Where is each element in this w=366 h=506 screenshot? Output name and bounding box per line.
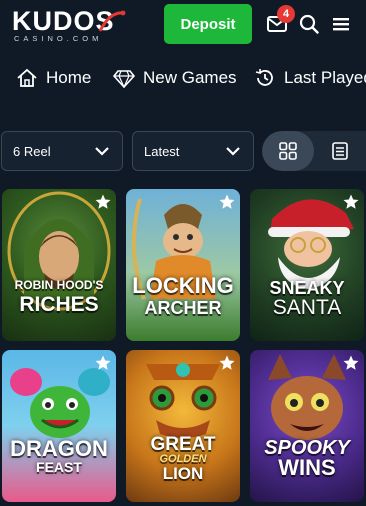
game-tile-locking-archer[interactable]: LOCKING ARCHER: [126, 189, 240, 341]
game-title-line-1: ROBIN HOOD'S: [14, 278, 104, 292]
favorite-star-icon[interactable]: [342, 193, 360, 211]
game-tile-spooky-wins[interactable]: SPOOKY WINS: [250, 350, 364, 502]
reel-filter-value: 6 Reel: [13, 144, 51, 159]
kudos-casino-logo[interactable]: KUDOS CASINO.COM: [12, 6, 152, 44]
nav-item-new-games[interactable]: New Games: [113, 64, 237, 92]
sort-dropdown[interactable]: Latest: [132, 131, 254, 171]
chevron-down-icon: [226, 147, 240, 156]
nav-label-home: Home: [46, 68, 92, 87]
game-tile-great-golden-lion[interactable]: GREAT GOLDEN LION: [126, 350, 240, 502]
logo-subtitle: CASINO.COM: [14, 34, 103, 43]
nav-label-new-games: New Games: [143, 68, 237, 87]
list-icon: [332, 142, 348, 160]
favorite-star-icon[interactable]: [218, 354, 236, 372]
nav-label-last-played: Last Played: [284, 68, 366, 87]
logo-swoosh-icon: [98, 10, 126, 32]
menu-button[interactable]: [329, 12, 353, 36]
game-tile-dragon-feast[interactable]: DRAGON FEAST: [2, 350, 116, 502]
hamburger-icon: [333, 18, 349, 31]
deposit-button[interactable]: Deposit: [164, 4, 252, 44]
category-nav: Home New Games Last Played: [0, 56, 366, 100]
game-title-line-2: FEAST: [36, 459, 82, 475]
diamond-icon: [113, 70, 135, 88]
sort-value: Latest: [144, 144, 180, 159]
favorite-star-icon[interactable]: [218, 193, 236, 211]
home-icon: [17, 68, 37, 87]
search-icon: [299, 14, 319, 34]
game-title-line-3: LION: [162, 464, 204, 483]
history-icon: [255, 69, 273, 86]
favorite-star-icon[interactable]: [342, 354, 360, 372]
favorite-star-icon[interactable]: [94, 193, 112, 211]
game-title-line-1: DRAGON: [10, 436, 108, 461]
game-title-line-2: WINS: [278, 455, 336, 480]
view-toggle: [262, 131, 366, 171]
favorite-star-icon[interactable]: [94, 354, 112, 372]
robin-hood-artwork: [7, 191, 111, 311]
chevron-down-icon: [95, 147, 109, 156]
dragon-artwork: [10, 368, 110, 438]
game-title-line-2: RICHES: [19, 293, 99, 316]
grid-view-button[interactable]: [262, 131, 314, 171]
grid-icon: [279, 142, 297, 160]
game-tile-sneaky-santa[interactable]: SNEAKY SANTA: [250, 189, 364, 341]
notification-badge: 4: [277, 5, 295, 23]
list-view-button[interactable]: [314, 131, 366, 171]
archer-artwork: [131, 198, 216, 300]
game-tile-robin-hoods-riches[interactable]: ROBIN HOOD'S RICHES: [2, 189, 116, 341]
search-button[interactable]: [297, 12, 321, 36]
game-title-line-1: GREAT: [150, 434, 216, 455]
game-title-line-1: SNEAKY: [269, 278, 345, 298]
reel-filter-dropdown[interactable]: 6 Reel: [1, 131, 123, 171]
nav-item-last-played[interactable]: Last Played: [254, 64, 366, 92]
top-header: KUDOS CASINO.COM Deposit 4: [0, 0, 366, 48]
nav-item-home[interactable]: Home: [16, 64, 91, 92]
game-title-line-2: ARCHER: [144, 298, 222, 318]
game-title-line-1: LOCKING: [132, 273, 234, 298]
game-title-line-2: SANTA: [272, 296, 342, 319]
